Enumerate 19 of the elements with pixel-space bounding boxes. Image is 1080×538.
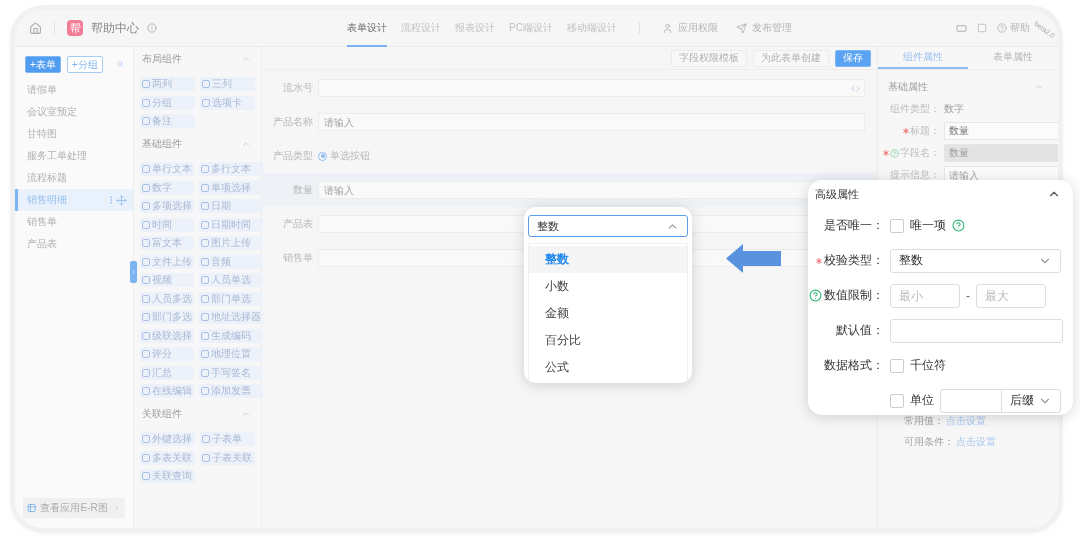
property-label: 可用条件：: [904, 434, 954, 449]
panel-title: 高级属性: [815, 186, 859, 202]
field-label: 数据格式：: [824, 357, 884, 374]
checkbox-label: 单位: [910, 392, 934, 409]
section-title: 布局组件: [142, 52, 182, 66]
app-logo: 帮: [67, 20, 83, 36]
property-value: 数字: [944, 102, 965, 116]
field-label: 是否唯一：: [824, 217, 884, 234]
field-label: 默认值：: [836, 322, 884, 339]
field-label: 数值限制：: [824, 287, 884, 304]
app-name: 帮助中心: [91, 19, 139, 37]
field-label: 校验类型：: [824, 252, 884, 269]
checkbox-label: 唯一项: [910, 217, 946, 234]
section-title: 基础组件: [142, 137, 182, 151]
section-title: 关联组件: [142, 407, 182, 421]
range-separator: -: [966, 288, 970, 303]
property-label: 常用值：: [904, 413, 944, 428]
section-title: 基础属性: [888, 80, 928, 94]
checkbox-label: 千位符: [910, 357, 946, 374]
